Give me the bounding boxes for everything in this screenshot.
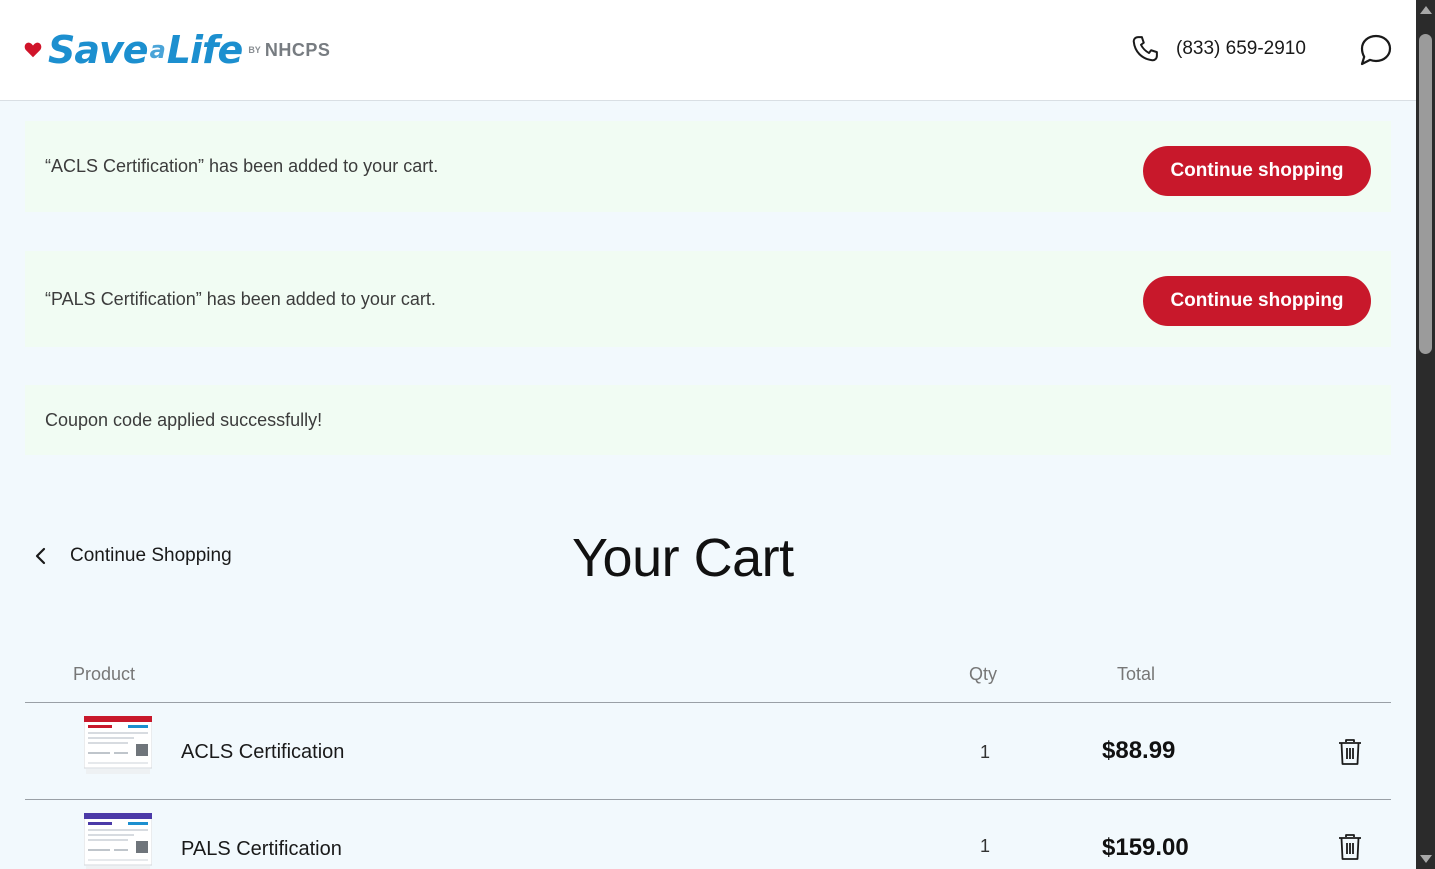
cart-notice-acls: “ACLS Certification” has been added to y… <box>25 121 1391 212</box>
phone-link[interactable]: (833) 659-2910 <box>1130 34 1306 64</box>
scroll-down-arrow-icon[interactable] <box>1420 855 1432 863</box>
vertical-scrollbar[interactable] <box>1416 0 1435 869</box>
logo-by: BY <box>248 45 261 55</box>
cart-notice-pals: “PALS Certification” has been added to y… <box>25 251 1391 347</box>
notice-message: “ACLS Certification” has been added to y… <box>45 156 439 176</box>
product-qty: 1 <box>980 836 991 856</box>
logo-save: Save <box>48 28 149 72</box>
product-qty: 1 <box>980 742 991 762</box>
column-header-product: Product <box>73 664 136 684</box>
logo-nhcps: NHCPS <box>264 39 331 60</box>
continue-shopping-button[interactable]: Continue shopping <box>1143 276 1371 326</box>
page-title: Your Cart <box>572 528 794 588</box>
notice-message: “PALS Certification” has been added to y… <box>45 288 436 309</box>
heart-icon <box>24 42 42 58</box>
phone-number: (833) 659-2910 <box>1176 38 1306 59</box>
coupon-notice: Coupon code applied successfully! <box>25 385 1391 455</box>
chat-bubble-icon[interactable] <box>1359 34 1393 66</box>
continue-shopping-link[interactable]: Continue Shopping <box>32 544 232 568</box>
chevron-left-icon <box>35 547 46 565</box>
product-name[interactable]: ACLS Certification <box>181 741 344 764</box>
pals-card-thumbnail[interactable] <box>84 813 152 869</box>
trash-icon[interactable] <box>1337 738 1363 766</box>
cart-row-acls: ACLS Certification 1 $88.99 <box>25 703 1391 799</box>
product-name[interactable]: PALS Certification <box>181 838 342 861</box>
continue-shopping-label: Continue Shopping <box>70 545 232 566</box>
notice-message: Coupon code applied successfully! <box>45 409 323 430</box>
savealife-logo[interactable]: Save a Life BY NHCPS <box>24 26 330 74</box>
logo-life: Life <box>166 28 244 72</box>
column-header-total: Total <box>1117 664 1156 684</box>
scrollbar-thumb[interactable] <box>1419 34 1432 354</box>
trash-icon[interactable] <box>1337 833 1363 861</box>
column-header-qty: Qty <box>969 664 998 684</box>
product-total: $159.00 <box>1102 834 1189 861</box>
phone-icon <box>1132 36 1158 62</box>
logo-a: a <box>149 36 166 64</box>
cart-row-pals: PALS Certification 1 $159.00 <box>25 800 1391 869</box>
product-total: $88.99 <box>1102 737 1176 764</box>
scroll-up-arrow-icon[interactable] <box>1420 6 1432 14</box>
continue-shopping-button[interactable]: Continue shopping <box>1143 146 1371 196</box>
site-header: Save a Life BY NHCPS (833) 659-2910 <box>0 0 1416 101</box>
acls-card-thumbnail[interactable] <box>84 716 152 774</box>
